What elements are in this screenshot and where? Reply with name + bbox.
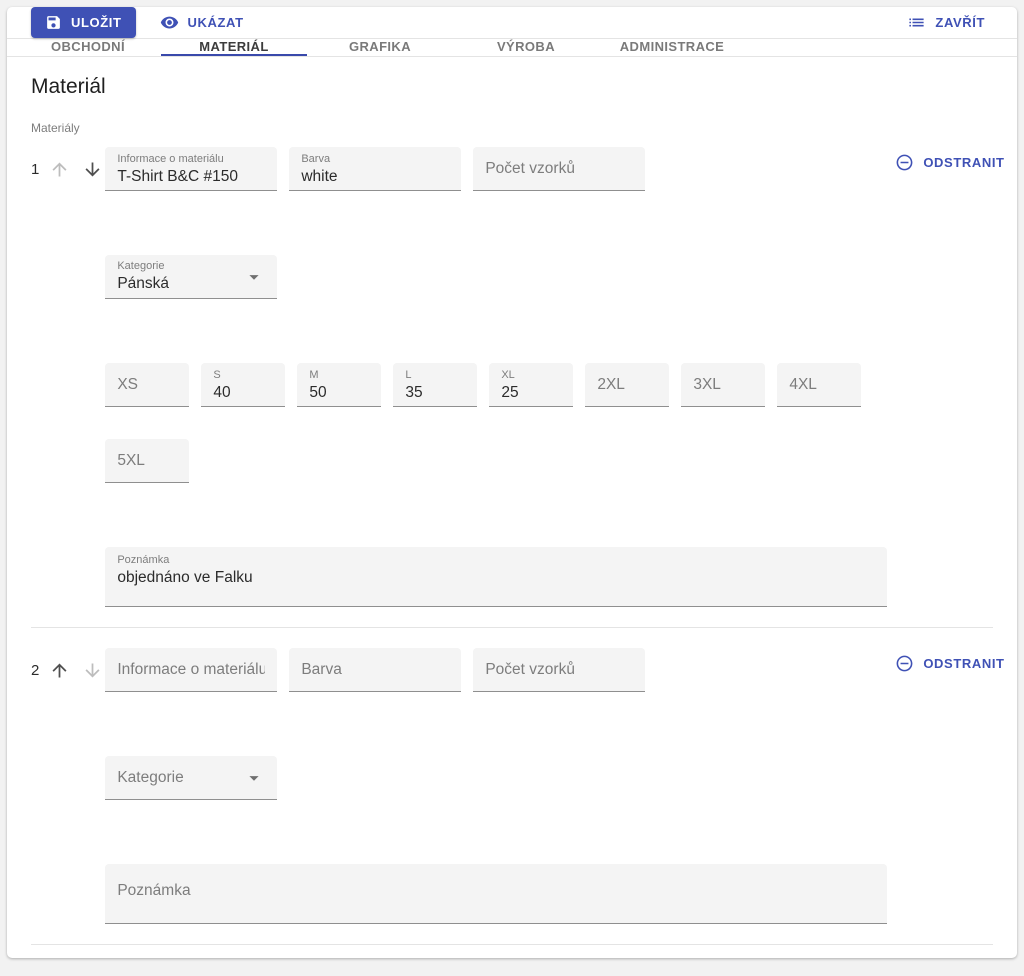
item-1-category-select[interactable]: Kategorie Pánská bbox=[105, 255, 277, 299]
item-2-category-select[interactable]: Kategorie bbox=[105, 756, 277, 800]
form-card: ULOŽIT UKÁZAT ZAVŘÍT OBCHODNÍ MATERIÁL G… bbox=[7, 7, 1017, 958]
item-1-size-2xl-field bbox=[585, 363, 669, 407]
tab-obchodni[interactable]: OBCHODNÍ bbox=[15, 39, 161, 56]
item-2-color-field bbox=[289, 648, 461, 692]
item-1-category-value-wrap: Kategorie Pánská bbox=[117, 259, 243, 294]
item-1-info-input[interactable] bbox=[117, 167, 265, 187]
save-button[interactable]: ULOŽIT bbox=[31, 7, 136, 38]
item-1-note-label: Poznámka bbox=[117, 553, 875, 568]
item-2-order-controls: 2 bbox=[31, 648, 105, 692]
item-1-size-5xl-field bbox=[105, 439, 189, 483]
close-button-label: ZAVŘÍT bbox=[935, 15, 985, 30]
item-1-size-3xl-input[interactable] bbox=[693, 375, 753, 395]
tab-administrace[interactable]: ADMINISTRACE bbox=[599, 39, 745, 56]
item-1-category-value: Pánská bbox=[117, 275, 169, 292]
item-1-move-up-button[interactable] bbox=[47, 157, 72, 182]
item-1-size-3xl-field bbox=[681, 363, 765, 407]
item-1-size-m-field: M bbox=[297, 363, 381, 407]
item-1-size-m-label: M bbox=[309, 368, 369, 383]
dropdown-arrow-icon bbox=[243, 767, 265, 789]
arrow-down-icon bbox=[82, 159, 103, 180]
item-1-size-4xl-input[interactable] bbox=[789, 375, 849, 395]
item-2-category-value-wrap: Kategorie bbox=[117, 768, 243, 788]
item-1-remove-col: ODSTRANIT bbox=[887, 147, 1012, 178]
add-divider bbox=[31, 944, 993, 945]
item-2-remove-col: ODSTRANIT bbox=[887, 648, 1012, 679]
section-label: Materiály bbox=[31, 121, 993, 135]
item-1-index: 1 bbox=[31, 161, 39, 178]
item-2-info-input[interactable] bbox=[117, 660, 265, 680]
remove-circle-icon bbox=[895, 153, 914, 172]
item-2-note-input[interactable] bbox=[117, 881, 875, 901]
remove-circle-icon bbox=[895, 654, 914, 673]
close-button[interactable]: ZAVŘÍT bbox=[899, 7, 993, 38]
item-1-color-input[interactable] bbox=[301, 167, 449, 187]
eye-icon bbox=[160, 13, 179, 32]
tab-material[interactable]: MATERIÁL bbox=[161, 39, 307, 56]
item-2-move-up-button[interactable] bbox=[47, 658, 72, 683]
item-1-remove-button[interactable]: ODSTRANIT bbox=[887, 147, 1012, 178]
item-2-category-placeholder: Kategorie bbox=[117, 769, 183, 786]
material-section: Materiál Materiály 1 Informace bbox=[7, 57, 1017, 958]
item-1-remove-label: ODSTRANIT bbox=[923, 155, 1004, 170]
item-1-size-xs-field bbox=[105, 363, 189, 407]
item-1-order-controls: 1 bbox=[31, 147, 105, 191]
item-2-index: 2 bbox=[31, 662, 39, 679]
item-1-size-l-label: L bbox=[405, 368, 465, 383]
item-1-move-down-button[interactable] bbox=[80, 157, 105, 182]
item-2-fields: Kategorie bbox=[105, 648, 887, 924]
item-2-remove-button[interactable]: ODSTRANIT bbox=[887, 648, 1012, 679]
save-button-label: ULOŽIT bbox=[71, 15, 122, 30]
tab-bar: OBCHODNÍ MATERIÁL GRAFIKA VÝROBA ADMINIS… bbox=[7, 39, 1017, 57]
arrow-down-icon bbox=[82, 660, 103, 681]
item-2-note-field bbox=[105, 864, 887, 924]
item-1-category-label: Kategorie bbox=[117, 259, 243, 274]
material-item-2: 2 bbox=[31, 648, 993, 924]
item-1-note-field: Poznámka bbox=[105, 547, 887, 607]
page-title: Materiál bbox=[31, 75, 993, 99]
item-1-size-m-input[interactable] bbox=[309, 383, 369, 403]
item-2-color-input[interactable] bbox=[301, 660, 449, 680]
item-1-size-xs-input[interactable] bbox=[117, 375, 177, 395]
item-1-size-5xl-input[interactable] bbox=[117, 451, 177, 471]
item-1-samples-input[interactable] bbox=[485, 159, 633, 179]
item-1-size-xl-input[interactable] bbox=[501, 383, 561, 403]
item-divider bbox=[31, 627, 993, 628]
item-1-size-l-input[interactable] bbox=[405, 383, 465, 403]
preview-button[interactable]: UKÁZAT bbox=[152, 7, 252, 38]
item-2-info-field bbox=[105, 648, 277, 692]
item-1-samples-field bbox=[473, 147, 645, 191]
item-1-size-xl-label: XL bbox=[501, 368, 561, 383]
item-1-fields: Informace o materiálu Barva Kategorie Pá… bbox=[105, 147, 887, 607]
preview-button-label: UKÁZAT bbox=[188, 15, 244, 30]
item-1-color-field: Barva bbox=[289, 147, 461, 191]
item-1-size-s-label: S bbox=[213, 368, 273, 383]
item-1-color-label: Barva bbox=[301, 152, 449, 167]
item-1-info-label: Informace o materiálu bbox=[117, 152, 265, 167]
item-1-info-field: Informace o materiálu bbox=[105, 147, 277, 191]
dropdown-arrow-icon bbox=[243, 266, 265, 288]
item-2-samples-input[interactable] bbox=[485, 660, 633, 680]
tab-vyroba[interactable]: VÝROBA bbox=[453, 39, 599, 56]
item-2-remove-label: ODSTRANIT bbox=[923, 656, 1004, 671]
item-2-move-down-button[interactable] bbox=[80, 658, 105, 683]
save-icon bbox=[45, 14, 62, 31]
item-1-size-s-input[interactable] bbox=[213, 383, 273, 403]
arrow-up-icon bbox=[49, 660, 70, 681]
item-1-size-2xl-input[interactable] bbox=[597, 375, 657, 395]
arrow-up-icon bbox=[49, 159, 70, 180]
toolbar: ULOŽIT UKÁZAT ZAVŘÍT bbox=[7, 7, 1017, 39]
item-1-note-input[interactable] bbox=[117, 568, 875, 588]
item-1-size-s-field: S bbox=[201, 363, 285, 407]
material-item-1: 1 Informace o materiálu bbox=[31, 147, 993, 607]
item-1-size-l-field: L bbox=[393, 363, 477, 407]
item-1-size-4xl-field bbox=[777, 363, 861, 407]
tab-grafika[interactable]: GRAFIKA bbox=[307, 39, 453, 56]
list-icon bbox=[907, 13, 926, 32]
item-2-samples-field bbox=[473, 648, 645, 692]
item-1-size-xl-field: XL bbox=[489, 363, 573, 407]
